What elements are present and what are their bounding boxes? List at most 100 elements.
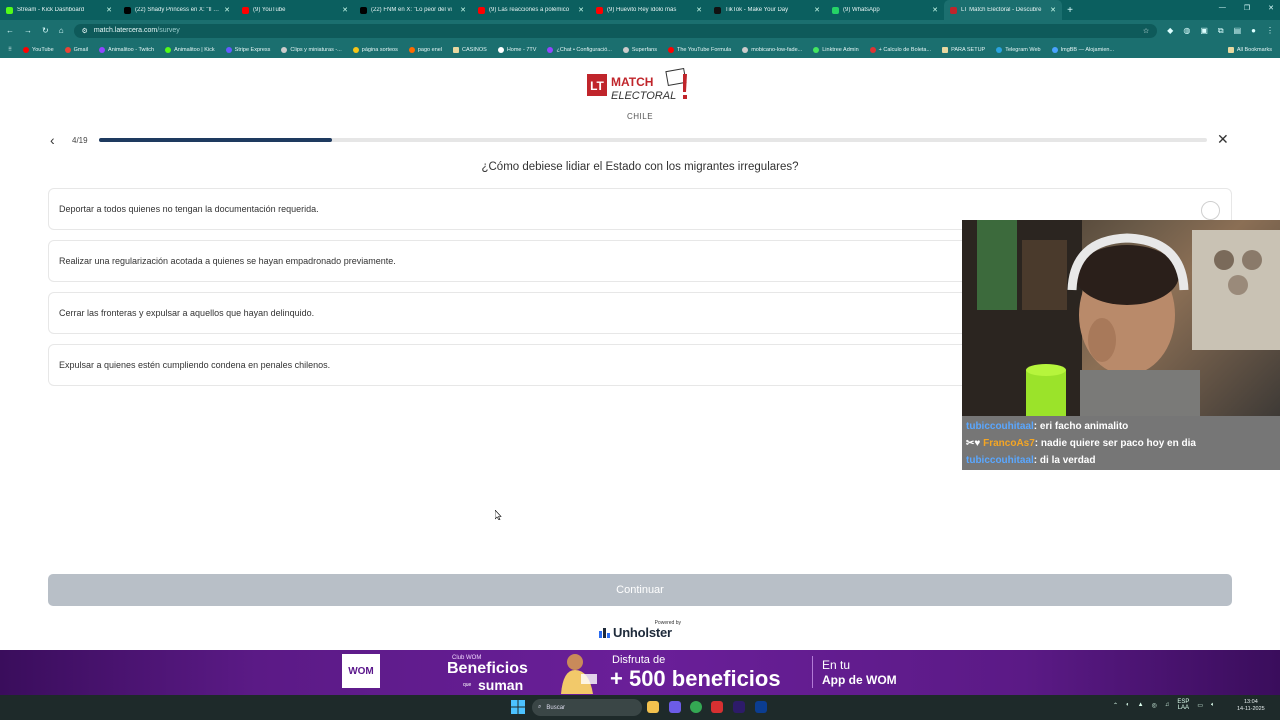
bookmark-item[interactable]: Gmail [64,46,88,53]
forward-arrow-icon[interactable]: → [24,26,32,35]
tab-x-fnm[interactable]: (22) FNM en X: "Lo peor del vi ✕ [354,0,472,20]
app-icon[interactable] [711,701,723,713]
progress-fill [99,138,332,142]
tab-youtube-huevito[interactable]: (9) Huevito Rey ídolo más ✕ [590,0,708,20]
bookmark-label: Telegram Web [1005,46,1041,53]
extension-icon[interactable]: ◍ [1183,26,1190,36]
bookmark-item[interactable]: ImgBB — Alojamien... [1051,46,1114,53]
apps-icon[interactable]: ⠿ [8,47,12,53]
close-tab-icon[interactable]: ✕ [932,6,938,14]
close-tab-icon[interactable]: ✕ [342,6,348,14]
bookmark-item[interactable]: + Calculo de Boleta... [869,46,931,53]
extension-icon[interactable]: ◆ [1167,26,1173,36]
tiktok-icon [714,6,721,14]
address-bar[interactable]: ⚙ match.latercera.com/survey ☆ [73,23,1158,38]
close-icon[interactable]: ✕ [1217,131,1229,148]
tab-x-shady[interactable]: (22) Shady Princess en X: "Il mé ✕ [118,0,236,20]
bookmark-item[interactable]: pago enel [408,46,442,53]
tab-title: (22) Shady Princess en X: "Il mé [135,7,221,13]
extension-icon[interactable]: ▣ [1200,26,1208,36]
tray-icon[interactable]: ◐ [1126,702,1130,708]
bookmark-item[interactable]: Superfans [622,46,657,53]
close-tab-icon[interactable]: ✕ [578,6,584,14]
taskbar-clock[interactable]: 13:04 14-11-2025 [1237,699,1265,713]
bookmark-item[interactable]: Home - 7TV [497,46,537,53]
tab-tiktok[interactable]: TikTok - Make Your Day ✕ [708,0,826,20]
chrome-icon[interactable] [690,701,702,713]
home-icon[interactable]: ⌂ [59,26,64,35]
tray-icon[interactable]: ◎ [1152,702,1157,709]
sidebar-icon[interactable]: ▤ [1234,26,1242,36]
close-tab-icon[interactable]: ✕ [696,6,702,14]
bookmark-item[interactable]: Clips y miniaturas -... [281,46,342,53]
tray-icon[interactable]: ▲ [1138,702,1144,708]
wom-ad-banner[interactable]: WOM Club WOM Beneficios que suman Disfru… [0,650,1280,695]
bookmark-item[interactable]: YouTube [23,46,54,53]
tab-title: (9) YouTube [253,7,286,13]
language-indicator[interactable]: ESP LAA [1177,699,1189,711]
tab-whatsapp[interactable]: (9) WhatsApp ✕ [826,0,944,20]
taskbar-search[interactable]: ⌕ Buscar [532,699,642,716]
bookmark-star-icon[interactable]: ☆ [1143,27,1149,35]
tab-lt-match[interactable]: LT Match Electoral - Descubre ✕ [944,0,1062,20]
reload-icon[interactable]: ↻ [42,26,49,35]
wom-logo: WOM [342,654,380,688]
close-tab-icon[interactable]: ✕ [224,6,230,14]
photoshop-icon[interactable] [755,701,767,713]
tab-title: (9) Huevito Rey ídolo más [607,7,677,13]
banner-divider [812,656,813,688]
mouse-cursor-icon [495,510,502,520]
close-tab-icon[interactable]: ✕ [460,6,466,14]
volume-icon[interactable]: 🔈︎ [1211,702,1215,709]
bookmark-item[interactable]: ¿Chat • Configuració... [547,46,612,53]
tab-youtube-reacciones[interactable]: (9) Las reacciones a polémico ✕ [472,0,590,20]
bookmark-label: The YouTube Formula [676,46,732,53]
tab-youtube[interactable]: (9) YouTube ✕ [236,0,354,20]
youtube-icon [478,6,485,14]
back-arrow-icon[interactable]: ← [6,26,14,35]
tab-kick[interactable]: Stream - Kick Dashboard ✕ [0,0,118,20]
file-explorer-icon[interactable] [647,701,659,713]
chevron-up-icon[interactable]: ⌃ [1113,702,1118,709]
bookmark-label: Home - 7TV [506,46,537,53]
bookmark-folder[interactable]: CASINOS [453,46,487,53]
new-tab-button[interactable]: + [1062,5,1078,16]
minimize-icon[interactable]: — [1219,4,1226,12]
windows-start-icon[interactable] [511,700,525,714]
bookmark-label: mobicano-low-fade... [751,46,803,53]
bookmark-item[interactable]: The YouTube Formula [667,46,732,53]
all-bookmarks[interactable]: All Bookmarks [1227,46,1272,53]
bookmark-item[interactable]: Stripe Express [225,46,270,53]
bookmark-folder[interactable]: PARA SETUP [942,46,985,53]
back-chevron-icon[interactable]: ‹ [50,132,55,148]
bookmark-item[interactable]: Telegram Web [996,46,1041,53]
extension-icon[interactable]: ⧉ [1218,26,1224,36]
chat-username: FrancoAs7 [983,438,1035,449]
menu-icon[interactable]: ⋮ [1266,26,1274,36]
bookmark-item[interactable]: página sorteos [352,46,398,53]
close-tab-icon[interactable]: ✕ [106,6,112,14]
continue-button[interactable]: Continuar [48,574,1232,606]
profile-avatar[interactable]: ● [1251,26,1256,36]
close-tab-icon[interactable]: ✕ [814,6,820,14]
powered-by-unholster[interactable]: Powered by Unholster [599,620,683,642]
bookmark-item[interactable]: Animalitoo - Twitch [99,46,154,53]
bookmark-label: ¿Chat • Configuració... [556,46,612,53]
premiere-icon[interactable] [733,701,745,713]
site-info-icon[interactable]: ⚙ [82,27,88,35]
chat-message: ✂♥ FrancoAs7: nadie quiere ser paco hoy … [966,435,1276,452]
tray-icon[interactable]: ♫ [1165,702,1170,708]
bookmark-item[interactable]: Linktree Admin [813,46,859,53]
close-tab-icon[interactable]: ✕ [1050,6,1056,14]
radio-button[interactable] [1201,201,1220,220]
bookmarks-bar: ⠿ YouTube Gmail Animalitoo - Twitch Anim… [0,41,1280,58]
monitor-icon[interactable]: ▭ [1197,702,1203,709]
streamer-video [962,220,1280,416]
tab-strip: Stream - Kick Dashboard ✕ (22) Shady Prin… [0,0,1280,20]
app-icon[interactable] [669,701,681,713]
close-window-icon[interactable]: ✕ [1268,4,1274,12]
bookmark-item[interactable]: mobicano-low-fade... [742,46,803,53]
chat-message: tubiccouhitaal: di la verdad [966,452,1276,469]
bookmark-item[interactable]: Animalitoo | Kick [165,46,215,53]
maximize-icon[interactable]: ❐ [1244,4,1250,12]
